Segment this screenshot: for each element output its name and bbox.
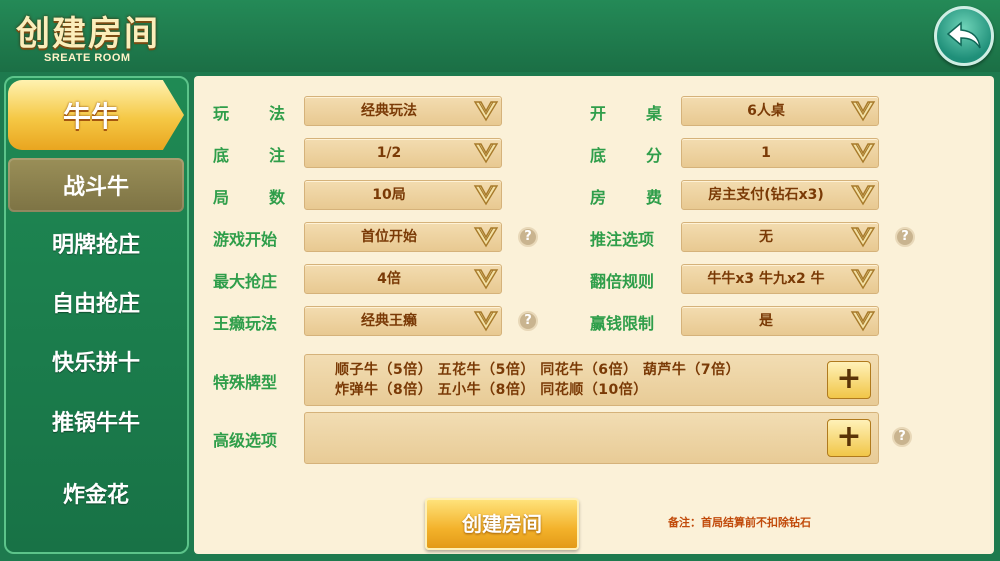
chevron-down-icon (850, 143, 876, 164)
tab-zhajinhua[interactable]: 炸金花 (8, 468, 184, 518)
select-zuida-qiangzhuang-value: 4倍 (377, 271, 401, 287)
help-icon[interactable]: ? (892, 427, 912, 447)
select-wanglai-wanfa-value: 经典王癞 (361, 313, 417, 329)
add-special-type-button[interactable]: + (827, 361, 871, 399)
special-types-box: 顺子牛（5倍） 五花牛（5倍） 同花牛（6倍） 葫芦牛（7倍） 炸弹牛（8倍） … (304, 354, 879, 406)
back-arrow-icon (946, 21, 981, 49)
select-wanfa[interactable]: 经典玩法 (304, 96, 502, 126)
select-kaizhuo[interactable]: 6人桌 (681, 96, 879, 126)
add-advanced-option-button[interactable]: + (827, 419, 871, 457)
label-zuida-qiangzhuang: 最大抢庄 (213, 272, 278, 291)
help-icon[interactable]: ? (895, 227, 915, 247)
select-wanfa-value: 经典玩法 (361, 103, 417, 119)
special-types-line2: 炸弹牛（8倍） 五小牛（8倍） 同花顺（10倍） (335, 382, 648, 398)
select-kaizhuo-value: 6人桌 (747, 103, 785, 119)
chevron-down-icon (850, 101, 876, 122)
label-wanfa-char2: 法 (268, 104, 285, 123)
note-text: 备注：首局结算前不扣除钻石 (668, 516, 811, 529)
select-jushu-value: 10局 (372, 187, 406, 203)
select-dizhu[interactable]: 1/2 (304, 138, 502, 168)
tab-zhandouniu[interactable]: 战斗牛 (8, 158, 184, 212)
select-fanbei-guize[interactable]: 牛牛x3 牛九x2 牛 (681, 264, 879, 294)
label-yingqian-xianzhi: 赢钱限制 (590, 314, 655, 333)
select-youxi-kaishi[interactable]: 首位开始 (304, 222, 502, 252)
select-difen[interactable]: 1 (681, 138, 879, 168)
tab-ziyou-qiangzhuang[interactable]: 自由抢庄 (8, 277, 184, 327)
select-yingqian-xianzhi-value: 是 (759, 313, 773, 329)
chevron-down-icon (473, 185, 499, 206)
label-youxi-kaishi: 游戏开始 (213, 230, 278, 249)
help-icon[interactable]: ? (518, 227, 538, 247)
label-dizhu-char2: 注 (268, 146, 285, 165)
chevron-down-icon (473, 311, 499, 332)
label-jushu-char2: 数 (268, 188, 285, 207)
tab-mingpai-qiangzhuang[interactable]: 明牌抢庄 (8, 218, 184, 268)
header-bar: 创建房间 SREATE ROOM (0, 0, 1000, 72)
label-tuizhu-xuanxiang: 推注选项 (590, 230, 655, 249)
label-fangfei-char1: 房 (590, 188, 607, 207)
select-youxi-kaishi-value: 首位开始 (361, 229, 417, 245)
label-teshu-paixing: 特殊牌型 (213, 373, 278, 392)
label-wanglai-wanfa: 王癞玩法 (213, 314, 278, 333)
page-subtitle: SREATE ROOM (44, 52, 131, 64)
label-jushu: 局数 (213, 184, 285, 208)
label-difen-char2: 分 (645, 146, 662, 165)
select-yingqian-xianzhi[interactable]: 是 (681, 306, 879, 336)
label-difen: 底分 (590, 142, 662, 166)
label-kaizhuo-char1: 开 (590, 104, 607, 123)
label-dizhu-char1: 底 (213, 146, 230, 165)
chevron-down-icon (473, 227, 499, 248)
label-kaizhuo-char2: 桌 (645, 104, 662, 123)
select-fangfei-value: 房主支付(钻石x3) (708, 187, 824, 203)
select-fanbei-guize-value: 牛牛x3 牛九x2 牛 (707, 271, 825, 287)
chevron-down-icon (473, 269, 499, 290)
page-title: 创建房间 (16, 14, 160, 54)
chevron-down-icon (473, 143, 499, 164)
special-types-line1: 顺子牛（5倍） 五花牛（5倍） 同花牛（6倍） 葫芦牛（7倍） (335, 362, 741, 378)
label-dizhu: 底注 (213, 142, 285, 166)
label-gaoji-xuanxiang: 高级选项 (213, 431, 278, 450)
select-difen-value: 1 (761, 145, 771, 161)
label-fangfei-char2: 费 (645, 188, 662, 207)
select-jushu[interactable]: 10局 (304, 180, 502, 210)
label-wanfa-char1: 玩 (213, 104, 230, 123)
chevron-down-icon (850, 185, 876, 206)
help-icon[interactable]: ? (518, 311, 538, 331)
select-tuizhu-xuanxiang[interactable]: 无 (681, 222, 879, 252)
select-fangfei[interactable]: 房主支付(钻石x3) (681, 180, 879, 210)
label-wanfa: 玩法 (213, 100, 285, 124)
select-zuida-qiangzhuang[interactable]: 4倍 (304, 264, 502, 294)
chevron-down-icon (850, 311, 876, 332)
create-room-button[interactable]: 创建房间 (425, 498, 579, 550)
tab-kuaile-pinshi[interactable]: 快乐拼十 (8, 336, 184, 386)
back-button[interactable] (934, 6, 994, 66)
select-dizhu-value: 1/2 (376, 145, 402, 161)
chevron-down-icon (850, 227, 876, 248)
advanced-options-box (304, 412, 879, 464)
tab-tuiguo-niuniu[interactable]: 推锅牛牛 (8, 396, 184, 446)
select-tuizhu-xuanxiang-value: 无 (759, 229, 773, 245)
label-fangfei: 房费 (590, 184, 662, 208)
select-wanglai-wanfa[interactable]: 经典王癞 (304, 306, 502, 336)
chevron-down-icon (850, 269, 876, 290)
label-fanbei-guize: 翻倍规则 (590, 272, 655, 291)
label-jushu-char1: 局 (213, 188, 230, 207)
label-kaizhuo: 开桌 (590, 100, 662, 124)
label-difen-char1: 底 (590, 146, 607, 165)
tab-niuniu[interactable]: 牛牛 (8, 80, 184, 150)
chevron-down-icon (473, 101, 499, 122)
